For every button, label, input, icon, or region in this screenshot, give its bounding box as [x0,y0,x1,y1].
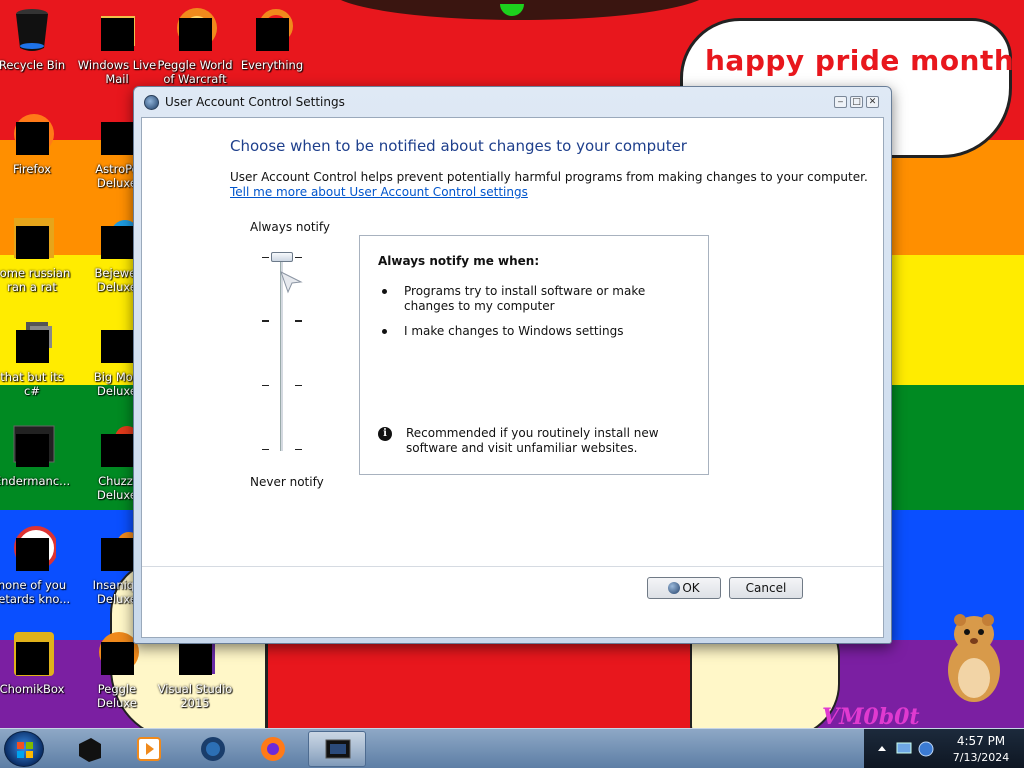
monitor-icon [325,739,351,759]
maximize-button[interactable]: □ [850,96,863,108]
page-heading: Choose when to be notified about changes… [230,137,687,155]
start-button[interactable] [4,731,44,767]
chomikbox-icon [8,630,56,678]
wallpaper-signature: VM0b0t [822,704,920,730]
tray-network-icon[interactable] [918,741,934,757]
hamster-icon [948,614,1000,702]
uac-settings-window: User Account Control Settings ‒ □ ✕ Choo… [133,86,892,644]
level-description-panel: Always notify me when: Programs try to i… [359,235,709,475]
bullet-icon [382,289,387,294]
uac-shield-icon [144,95,159,110]
slider-tick [295,385,302,386]
firefox-icon [8,110,56,158]
black-box-icon [79,738,101,762]
clock-date[interactable]: 7/13/2024 [948,751,1014,764]
slider-bottom-label: Never notify [250,475,324,489]
info-icon: i [378,427,392,441]
taskbar-item-globe[interactable] [184,731,242,767]
mouse-cursor-icon [280,271,303,294]
ok-button[interactable]: OK [647,577,721,599]
censor-box [101,538,134,571]
taskbar-item-app-1[interactable] [60,731,118,767]
censor-box [16,330,49,363]
censor-box [16,642,49,675]
recommendation-note: i Recommended if you routinely install n… [378,426,698,456]
desktop-icon-windows-live-mail[interactable]: Windows Live Mail [77,6,157,86]
desktop-icon-chomikbox[interactable]: ChomikBox [0,630,72,696]
page-description: User Account Control helps prevent poten… [230,170,868,184]
censor-box [101,226,134,259]
system-tray: 4:57 PM 7/13/2024 [864,729,1024,768]
app-icon [8,422,56,470]
censor-box [101,18,134,51]
censor-box [101,330,134,363]
censor-box [179,18,212,51]
firefox-icon [261,737,285,761]
desktop-icon-endermanch[interactable]: Endermanc... [0,422,72,488]
slider-tick [262,257,269,258]
search-icon [248,6,296,54]
speech-bubble-text: happy pride month [705,44,1015,77]
close-button[interactable]: ✕ [866,96,879,108]
censor-box [256,18,289,51]
desktop-icon-everything[interactable]: Everything [232,6,312,72]
censor-box [101,434,134,467]
tray-monitor-icon[interactable] [896,741,912,757]
censor-box [16,226,49,259]
taskbar-item-firefox[interactable] [244,731,302,767]
window-title: User Account Control Settings [165,95,345,109]
slider-tick [295,449,302,450]
recycle-bin-icon [8,6,56,54]
taskbar: 4:57 PM 7/13/2024 [0,728,1024,768]
list-item: Programs try to install software or make… [378,284,688,314]
slider-tick [295,257,302,258]
media-player-icon [137,737,161,761]
censor-box [16,538,49,571]
bullet-icon [382,329,387,334]
slider-top-label: Always notify [250,220,330,234]
slider-tick [262,385,269,386]
help-link[interactable]: Tell me more about User Account Control … [230,185,528,199]
censor-box [16,434,49,467]
panel-heading: Always notify me when: [378,254,540,268]
mail-icon [93,6,141,54]
dialog-content: Choose when to be notified about changes… [141,117,884,638]
app-icon [8,526,58,574]
list-item: I make changes to Windows settings [378,324,688,339]
minimize-button[interactable]: ‒ [834,96,847,108]
censor-box [101,122,134,155]
globe-icon [201,737,225,761]
cancel-button[interactable]: Cancel [729,577,803,599]
slider-thumb[interactable] [271,252,293,262]
document-icon [8,214,56,262]
taskbar-item-uac[interactable] [308,731,366,767]
slider-tick [262,320,269,322]
desktop-icon-peggle-world-of-warcraft[interactable]: Peggle World of Warcraft [155,6,235,86]
desktop-icon-that-but-its-csharp[interactable]: that but its c# [0,318,72,398]
windows-logo-icon [17,742,33,758]
desktop-icon-recycle-bin[interactable]: Recycle Bin [0,6,72,72]
window-titlebar[interactable]: User Account Control Settings ‒ □ ✕ [134,87,891,117]
desktop-icon-some-russian-ran-a-rat[interactable]: some russian ran a rat [0,214,72,294]
censor-box [101,642,134,675]
desktop-icon-firefox[interactable]: Firefox [0,110,72,176]
folder-icon [8,318,56,366]
desktop-icon-none-of-you[interactable]: none of you retards kno... [0,526,72,606]
slider-tick [295,320,302,322]
clock-time[interactable]: 4:57 PM [948,734,1014,748]
tray-expand-icon[interactable] [874,741,890,757]
slider-tick [262,449,269,450]
censor-box [179,642,212,675]
peggle-icon [171,6,219,54]
taskbar-item-media[interactable] [120,731,178,767]
uac-shield-icon [668,582,681,594]
divider [142,566,883,567]
censor-box [16,122,49,155]
